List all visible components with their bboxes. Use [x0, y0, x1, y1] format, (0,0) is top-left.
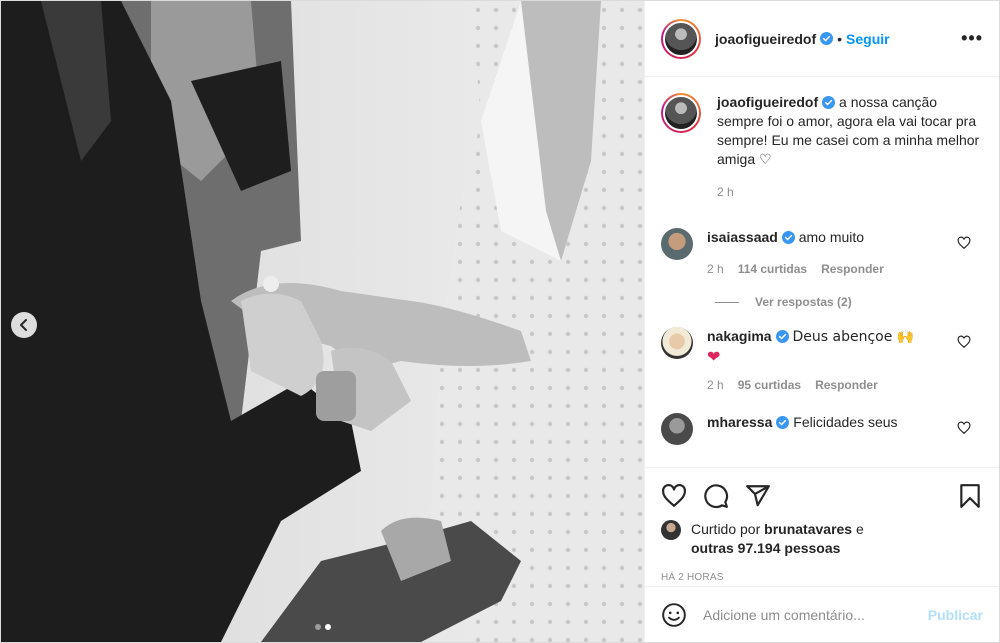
- post-header: joaofigueiredof • Seguir •••: [645, 1, 999, 77]
- save-bookmark-icon[interactable]: [957, 483, 983, 509]
- comment-text: amo muito: [798, 229, 865, 245]
- view-replies-button[interactable]: Ver respostas (2): [715, 295, 983, 309]
- likes-summary: Curtido por brunatavares e outras 97.194…: [661, 520, 983, 558]
- comment-text: Deus abençoe 🙌: [792, 329, 915, 345]
- likes-middle: e: [855, 521, 864, 537]
- publish-button[interactable]: Publicar: [928, 607, 983, 623]
- likes-others-link[interactable]: outras 97.194 pessoas: [691, 540, 840, 556]
- post-actions: Curtido por brunatavares e outras 97.194…: [645, 467, 999, 583]
- like-comment-heart-icon[interactable]: [957, 236, 971, 250]
- like-comment-heart-icon[interactable]: [957, 421, 971, 435]
- view-replies-label: Ver respostas (2): [755, 295, 852, 309]
- post-side-panel: joaofigueiredof • Seguir ••• joaofigueir…: [644, 1, 999, 642]
- commenter-avatar[interactable]: [661, 327, 693, 359]
- add-comment-bar: Publicar: [645, 586, 999, 642]
- comment-input[interactable]: [703, 606, 928, 623]
- commenter-username[interactable]: isaiassaad: [707, 229, 778, 245]
- author-username[interactable]: joaofigueiredof: [715, 31, 816, 47]
- comments-list[interactable]: joaofigueiredof a nossa canção sempre fo…: [645, 77, 999, 467]
- like-heart-icon[interactable]: [661, 483, 687, 509]
- liker-avatar[interactable]: [661, 520, 681, 540]
- instagram-post: joaofigueiredof • Seguir ••• joaofigueir…: [0, 0, 1000, 643]
- comment-likes[interactable]: 95 curtidas: [738, 376, 801, 395]
- comment-item: isaiassaad amo muito 2 h 114 curtidas Re…: [661, 228, 983, 279]
- verified-badge-icon: [781, 231, 795, 244]
- verified-badge-icon: [775, 330, 789, 343]
- caption-time[interactable]: 2 h: [717, 183, 734, 202]
- comment-time[interactable]: 2 h: [707, 376, 724, 395]
- likes-prefix: Curtido por: [691, 521, 761, 537]
- replies-line: [715, 301, 739, 303]
- carousel-indicator: [314, 624, 331, 630]
- separator-dot: •: [837, 30, 843, 47]
- post-timestamp[interactable]: HÁ 2 HORAS: [661, 572, 983, 583]
- verified-badge-icon: [776, 416, 790, 429]
- carousel-previous-button[interactable]: [11, 312, 37, 338]
- commenter-username[interactable]: mharessa: [707, 414, 772, 430]
- commenter-avatar[interactable]: [661, 228, 693, 260]
- verified-badge-icon: [822, 96, 836, 109]
- like-comment-heart-icon[interactable]: [957, 335, 971, 349]
- chevron-left-icon: [20, 319, 27, 331]
- commenter-username[interactable]: nakagima: [707, 328, 772, 344]
- follow-button[interactable]: Seguir: [846, 31, 890, 47]
- liker-username[interactable]: brunatavares: [764, 521, 852, 537]
- carousel-dot-active: [324, 624, 331, 630]
- caption: joaofigueiredof a nossa canção sempre fo…: [661, 93, 983, 202]
- comment-text: Felicidades seus: [793, 414, 898, 430]
- action-icons-row: [661, 478, 983, 514]
- share-send-icon[interactable]: [745, 483, 771, 509]
- wedding-photo-image: [1, 1, 644, 642]
- post-photo[interactable]: [1, 1, 644, 642]
- caption-author-username[interactable]: joaofigueiredof: [717, 94, 818, 110]
- commenter-avatar[interactable]: [661, 413, 693, 445]
- emoji-smile-icon[interactable]: [661, 602, 687, 628]
- heart-emoji: ❤: [707, 347, 721, 366]
- author-avatar[interactable]: [661, 18, 701, 59]
- caption-author-avatar[interactable]: [661, 93, 701, 133]
- reply-button[interactable]: Responder: [821, 260, 884, 279]
- reply-button[interactable]: Responder: [815, 376, 878, 395]
- comment-likes[interactable]: 114 curtidas: [738, 260, 807, 279]
- comment-time[interactable]: 2 h: [707, 260, 724, 279]
- carousel-dot: [314, 624, 321, 630]
- comment-item: mharessa Felicidades seus: [661, 413, 983, 445]
- more-options-icon[interactable]: •••: [961, 28, 983, 49]
- verified-badge-icon: [820, 32, 834, 45]
- comment-bubble-icon[interactable]: [703, 483, 729, 509]
- comment-item: nakagima Deus abençoe 🙌 ❤ 2 h 95 curtida…: [661, 327, 983, 395]
